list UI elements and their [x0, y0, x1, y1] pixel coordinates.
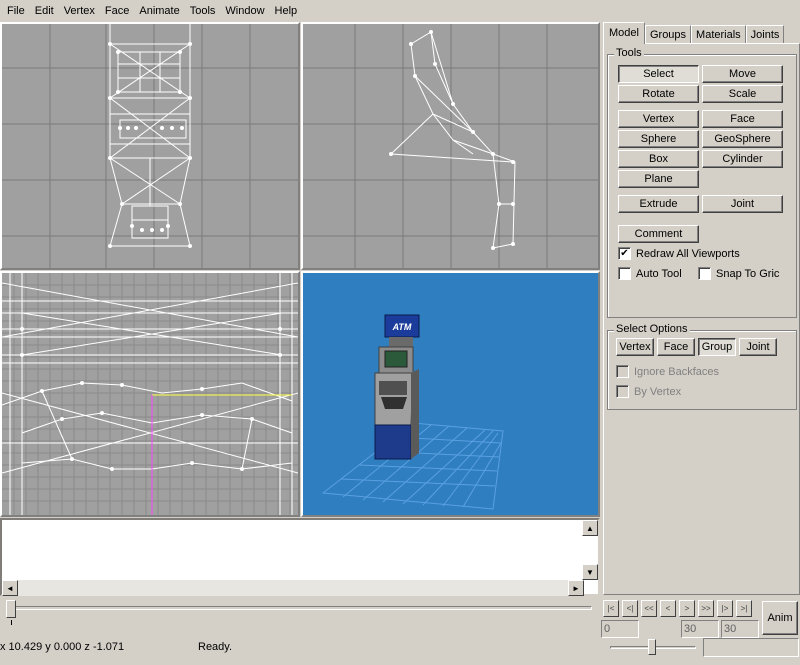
tab-materials[interactable]: Materials	[691, 25, 746, 44]
panel-tabs: Model Groups Materials Joints	[603, 22, 800, 44]
anim-next-frame-button[interactable]: >	[679, 600, 695, 617]
by-vertex-checkbox[interactable]: By Vertex	[616, 385, 681, 398]
anim-rewind-button[interactable]: <<	[641, 600, 657, 617]
anim-prev-key-button[interactable]: <|	[622, 600, 638, 617]
anim-prev-frame-button[interactable]: <	[660, 600, 676, 617]
tab-model[interactable]: Model	[603, 22, 645, 44]
move-tool-button[interactable]: Move	[702, 65, 783, 83]
select-vertex-button[interactable]: Vertex	[616, 338, 654, 356]
anim-mode-button[interactable]: Anim	[762, 601, 798, 635]
atm-sign: ATM	[392, 322, 412, 332]
anim-last-frame-button[interactable]: >|	[736, 600, 752, 617]
log-scroll-up-button[interactable]: ▲	[582, 520, 598, 536]
frame-current-field[interactable]: 30	[681, 620, 719, 638]
ignore-backfaces-label: Ignore Backfaces	[634, 365, 719, 378]
status-bar: x 10.429 y 0.000 z -1.071 Ready.	[0, 638, 800, 657]
frame-start-field[interactable]: 0	[601, 620, 639, 638]
menu-bar: File Edit Vertex Face Animate Tools Wind…	[0, 0, 800, 22]
perspective-render: ATM	[321, 314, 504, 510]
viewport-side[interactable]	[301, 22, 600, 270]
anim-next-key-button[interactable]: |>	[717, 600, 733, 617]
viewport-front[interactable]	[0, 22, 300, 270]
snap-label: Snap To Gric	[716, 267, 780, 280]
menu-file[interactable]: File	[2, 0, 30, 22]
joint-tool-button[interactable]: Joint	[702, 195, 783, 213]
status-panel	[703, 638, 799, 657]
select-tool-button[interactable]: Select	[618, 65, 699, 83]
comment-button[interactable]: Comment	[618, 225, 699, 243]
viewport-top[interactable]	[0, 271, 300, 517]
top-wireframe	[2, 273, 298, 515]
geosphere-tool-button[interactable]: GeoSphere	[702, 130, 783, 148]
menu-face[interactable]: Face	[100, 0, 134, 22]
select-options-group: Select Options Vertex Face Group Joint I…	[607, 323, 797, 410]
timeline-track[interactable]	[12, 606, 592, 610]
log-scroll-left-button[interactable]: ◄	[2, 580, 18, 596]
cursor-coordinates: x 10.429 y 0.000 z -1.071	[0, 641, 125, 653]
select-options-title: Select Options	[614, 323, 690, 335]
vertex-tool-button[interactable]: Vertex	[618, 110, 699, 128]
tab-joints[interactable]: Joints	[745, 25, 785, 44]
menu-window[interactable]: Window	[220, 0, 269, 22]
log-hscrollbar[interactable]: ◄ ►	[2, 580, 584, 596]
cylinder-tool-button[interactable]: Cylinder	[702, 150, 783, 168]
anim-forward-button[interactable]: >>	[698, 600, 714, 617]
side-wireframe	[303, 24, 598, 268]
message-log[interactable]: ▲ ▼ ◄ ►	[0, 518, 600, 596]
timeline-ticks	[11, 620, 12, 625]
speed-slider-thumb[interactable]	[648, 639, 656, 655]
rotate-tool-button[interactable]: Rotate	[618, 85, 699, 103]
ignore-backfaces-checkbox[interactable]: Ignore Backfaces	[616, 365, 719, 378]
auto-tool-box-icon	[618, 267, 631, 280]
log-scroll-down-button[interactable]: ▼	[582, 564, 598, 580]
redraw-label: Redraw All Viewports	[636, 247, 740, 260]
select-joint-button[interactable]: Joint	[739, 338, 777, 356]
scale-tool-button[interactable]: Scale	[702, 85, 783, 103]
auto-tool-label: Auto Tool	[636, 267, 682, 280]
select-group-button[interactable]: Group	[698, 338, 736, 356]
plane-tool-button[interactable]: Plane	[618, 170, 699, 188]
sphere-tool-button[interactable]: Sphere	[618, 130, 699, 148]
menu-edit[interactable]: Edit	[30, 0, 59, 22]
animation-controls: |< <| << < > >> |> >| 0 30 30 Anim	[601, 599, 800, 639]
select-face-button[interactable]: Face	[657, 338, 695, 356]
extrude-tool-button[interactable]: Extrude	[618, 195, 699, 213]
auto-tool-checkbox[interactable]: Auto Tool	[618, 267, 682, 280]
timeline	[0, 598, 600, 628]
menu-help[interactable]: Help	[270, 0, 303, 22]
log-scroll-right-button[interactable]: ►	[568, 580, 584, 596]
menu-tools[interactable]: Tools	[185, 0, 221, 22]
front-wireframe	[2, 24, 298, 268]
tools-group: Tools Select Move Rotate Scale Vertex Fa…	[607, 47, 797, 318]
properties-panel: Model Groups Materials Joints Tools Sele…	[603, 22, 800, 595]
timeline-thumb[interactable]	[6, 600, 16, 618]
redraw-all-viewports-checkbox[interactable]: ✔ Redraw All Viewports	[618, 247, 740, 260]
face-tool-button[interactable]: Face	[702, 110, 783, 128]
snap-box-icon	[698, 267, 711, 280]
viewport-3d[interactable]: ATM	[301, 271, 600, 517]
anim-first-frame-button[interactable]: |<	[603, 600, 619, 617]
status-message: Ready.	[198, 641, 233, 653]
menu-vertex[interactable]: Vertex	[59, 0, 100, 22]
menu-animate[interactable]: Animate	[134, 0, 184, 22]
box-tool-button[interactable]: Box	[618, 150, 699, 168]
by-vertex-box-icon	[616, 385, 629, 398]
frame-end-field[interactable]: 30	[721, 620, 759, 638]
tab-groups[interactable]: Groups	[644, 25, 692, 44]
redraw-check-icon: ✔	[618, 247, 631, 260]
atm-model: ATM	[374, 314, 420, 460]
by-vertex-label: By Vertex	[634, 385, 682, 398]
snap-to-grid-checkbox[interactable]: Snap To Gric	[698, 267, 779, 280]
ignore-backfaces-box-icon	[616, 365, 629, 378]
tools-group-title: Tools	[614, 47, 644, 59]
model-tab-body: Tools Select Move Rotate Scale Vertex Fa…	[603, 43, 800, 595]
